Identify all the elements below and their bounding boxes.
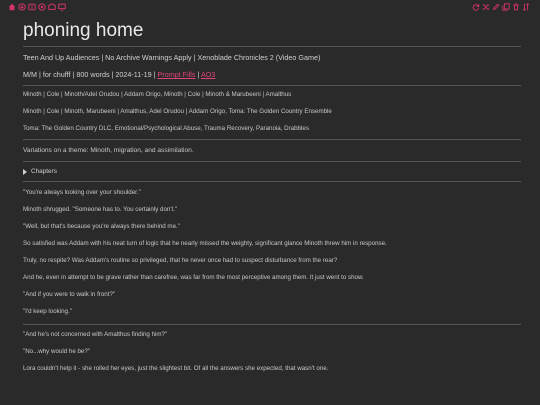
archive-icon[interactable]	[48, 3, 56, 11]
home-icon[interactable]	[8, 3, 16, 11]
story-paragraph: And he, even in attempt to be grave rath…	[23, 274, 364, 281]
page-title: phoning home	[23, 20, 144, 41]
work-content: phoning home Teen And Up Audiences | No …	[23, 18, 521, 373]
summary-divider	[23, 161, 521, 162]
story-paragraph: Lora couldn't help it - she rolled her e…	[23, 365, 329, 372]
tags-line: Toma: The Golden Country DLC, Emotional/…	[23, 125, 309, 132]
ao3-link[interactable]: AO3	[201, 70, 215, 79]
info-prefix: M/M | for chufff | 800 words | 2024-11-1…	[23, 70, 156, 79]
story-paragraph: "Well, but that's because you're always …	[23, 223, 180, 230]
refresh-icon[interactable]	[472, 3, 480, 11]
story-paragraph: "And if you were to walk in front?"	[23, 291, 116, 298]
prompt-fills-link[interactable]: Prompt Fills	[158, 70, 196, 79]
chapters-divider	[23, 181, 521, 182]
story-paragraph: "I'd keep looking."	[23, 308, 72, 315]
ships-line-2: Minoth | Cole | Minoth, Marubeeni | Amal…	[23, 108, 332, 115]
chapters-label: Chapters	[31, 168, 57, 175]
monitor-icon[interactable]	[58, 3, 66, 11]
section-divider	[23, 324, 521, 325]
copy-icon[interactable]	[502, 3, 510, 11]
story-paragraph: "And he's not concerned with Amalthus fi…	[23, 331, 168, 338]
chapters-toggle[interactable]: Chapters	[23, 168, 521, 175]
edit-icon[interactable]	[492, 3, 500, 11]
book-icon[interactable]	[28, 3, 36, 11]
layers-icon[interactable]	[38, 3, 46, 11]
shuffle-icon[interactable]	[482, 3, 490, 11]
ships-line-1: Minoth | Cole | Minoth/Adel Orudou | Add…	[23, 91, 292, 98]
top-toolbar	[0, 0, 540, 14]
summary: Variations on a theme: Minoth, migration…	[23, 147, 194, 154]
toolbar-left-group	[8, 3, 66, 11]
disclosure-triangle-icon	[23, 168, 27, 175]
delete-icon[interactable]	[512, 3, 520, 11]
tags-divider	[23, 139, 521, 140]
info-line: M/M | for chufff | 800 words | 2024-11-1…	[23, 70, 521, 79]
story-paragraph: Truly, no respite? Was Addam's routine s…	[23, 257, 338, 264]
title-divider	[23, 46, 521, 47]
story-paragraph: Minoth shrugged. "Someone has to. You ce…	[23, 206, 178, 213]
toolbar-right-group	[472, 3, 530, 11]
story-paragraph: "You're always looking over your shoulde…	[23, 189, 141, 196]
info-separator: |	[197, 70, 200, 79]
story-paragraph: So satisfied was Addam with his neat tur…	[23, 240, 387, 247]
meta-divider	[23, 85, 521, 86]
rating-line: Teen And Up Audiences | No Archive Warni…	[23, 53, 321, 62]
story-paragraph: "No...why would he be?"	[23, 348, 90, 355]
sort-icon[interactable]	[522, 3, 530, 11]
download-icon[interactable]	[18, 3, 26, 11]
